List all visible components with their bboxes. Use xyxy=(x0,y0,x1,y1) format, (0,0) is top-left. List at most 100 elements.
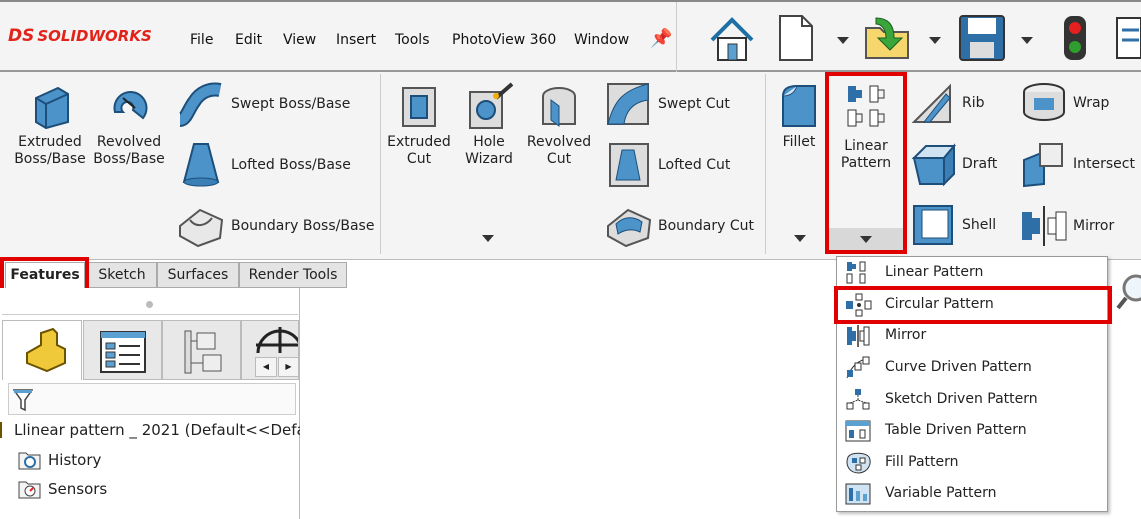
lofted-cut-button[interactable]: Lofted Cut xyxy=(604,140,730,190)
extruded-boss-button[interactable]: Extruded Boss/Base xyxy=(14,82,86,168)
revolved-boss-icon xyxy=(113,91,148,120)
tab-sketch[interactable]: Sketch xyxy=(87,262,157,288)
shell-icon xyxy=(913,205,953,245)
intersect-icon xyxy=(1023,143,1063,188)
tree-item-history[interactable]: History xyxy=(18,449,101,471)
menu-item-curve-driven-pattern[interactable]: Curve Driven Pattern xyxy=(837,353,1107,383)
menu-photoview[interactable]: PhotoView 360 xyxy=(452,32,556,48)
divider xyxy=(765,74,766,254)
open-dropdown-icon[interactable] xyxy=(929,37,941,44)
menu-item-sketch-driven-pattern[interactable]: Sketch Driven Pattern xyxy=(837,385,1107,415)
divider xyxy=(2,314,298,315)
linear-pattern-dropdown-button[interactable] xyxy=(829,228,903,250)
wrap-icon xyxy=(1023,83,1065,121)
curve-driven-pattern-icon xyxy=(846,356,870,379)
swept-cut-button[interactable]: Swept Cut xyxy=(604,80,730,128)
menu-item-mirror[interactable]: Mirror xyxy=(837,321,1107,351)
hole-wizard-icon xyxy=(469,82,514,129)
home-icon[interactable] xyxy=(708,16,756,62)
divider xyxy=(676,2,677,72)
hole-wizard-button[interactable]: Hole Wizard xyxy=(458,82,520,168)
pin-icon[interactable]: 📌 xyxy=(650,28,672,49)
lofted-cut-icon xyxy=(609,143,649,187)
new-document-icon[interactable] xyxy=(778,14,814,62)
variable-pattern-icon xyxy=(845,483,871,505)
swept-boss-button[interactable]: Swept Boss/Base xyxy=(176,80,350,128)
intersect-button[interactable]: Intersect xyxy=(1020,140,1135,188)
revolved-cut-button[interactable]: Revolved Cut xyxy=(526,82,592,168)
mirror-icon xyxy=(1022,206,1067,246)
menu-edit[interactable]: Edit xyxy=(235,32,262,48)
save-dropdown-icon[interactable] xyxy=(1021,37,1033,44)
revolved-cut-icon xyxy=(542,87,576,127)
tab-scroll-left-button[interactable]: ◀ xyxy=(255,357,277,377)
panel-grip-handle[interactable] xyxy=(146,301,153,308)
swept-cut-icon xyxy=(607,83,649,125)
new-dropdown-icon[interactable] xyxy=(837,37,849,44)
mirror-icon xyxy=(847,325,870,347)
revolved-boss-button[interactable]: Revolved Boss/Base xyxy=(93,82,165,168)
mirror-button[interactable]: Mirror xyxy=(1020,204,1114,248)
draft-icon xyxy=(911,143,956,187)
configuration-manager-icon xyxy=(184,330,222,374)
menu-item-table-driven-pattern[interactable]: Table Driven Pattern xyxy=(837,416,1107,446)
menu-item-linear-pattern[interactable]: Linear Pattern xyxy=(837,258,1107,288)
wrap-button[interactable]: Wrap xyxy=(1020,80,1109,126)
menu-tools[interactable]: Tools xyxy=(395,32,430,48)
linear-pattern-icon xyxy=(846,261,866,284)
rebuild-traffic-light-icon[interactable] xyxy=(1062,14,1088,62)
sketch-driven-pattern-icon xyxy=(846,389,870,410)
divider xyxy=(380,74,381,254)
tab-scroll-right-button[interactable]: ▶ xyxy=(278,357,299,377)
extruded-cut-icon xyxy=(402,87,436,127)
history-folder-icon xyxy=(18,452,41,470)
sensors-folder-icon xyxy=(18,481,41,499)
menu-window[interactable]: Window xyxy=(574,32,629,48)
magnifier-icon[interactable] xyxy=(1114,270,1141,314)
table-driven-pattern-icon xyxy=(845,420,871,442)
part-icon xyxy=(26,327,66,373)
circular-pattern-highlight xyxy=(834,286,1112,324)
tab-property-manager[interactable] xyxy=(83,320,162,380)
open-icon[interactable] xyxy=(862,14,916,62)
tab-configuration-manager[interactable] xyxy=(162,320,241,380)
extruded-cut-button[interactable]: Extruded Cut xyxy=(386,82,452,168)
tab-feature-manager[interactable] xyxy=(2,320,82,380)
fillet-button[interactable]: Fillet xyxy=(774,82,824,151)
boundary-cut-button[interactable]: Boundary Cut xyxy=(604,202,754,250)
tree-root-part[interactable]: Llinear pattern _ 2021 (Default<<Default… xyxy=(0,421,300,439)
part-icon xyxy=(0,422,2,438)
rib-icon xyxy=(911,83,951,123)
filter-bar[interactable] xyxy=(8,383,296,415)
boundary-cut-icon xyxy=(607,208,652,248)
tree-item-sensors[interactable]: Sensors xyxy=(18,478,107,500)
property-manager-icon xyxy=(100,331,146,373)
menu-insert[interactable]: Insert xyxy=(336,32,376,48)
boundary-boss-button[interactable]: Boundary Boss/Base xyxy=(176,202,374,250)
shell-button[interactable]: Shell xyxy=(910,202,996,248)
fillet-dropdown-icon[interactable] xyxy=(794,235,806,242)
fillet-icon xyxy=(782,85,816,127)
options-icon[interactable] xyxy=(1115,16,1141,60)
rib-button[interactable]: Rib xyxy=(910,80,985,126)
filter-icon xyxy=(12,389,34,412)
fill-pattern-icon xyxy=(846,452,871,474)
menu-item-fill-pattern[interactable]: Fill Pattern xyxy=(837,448,1107,478)
lofted-boss-icon xyxy=(182,143,220,187)
menu-view[interactable]: View xyxy=(283,32,316,48)
menu-item-variable-pattern[interactable]: Variable Pattern xyxy=(837,479,1107,509)
cut-dropdown-icon[interactable] xyxy=(482,235,494,242)
extruded-boss-icon xyxy=(35,86,69,130)
title-bar: DS SOLIDWORKS File Edit View Insert Tool… xyxy=(0,0,1141,72)
tab-surfaces[interactable]: Surfaces xyxy=(157,262,239,288)
lofted-boss-button[interactable]: Lofted Boss/Base xyxy=(176,140,351,190)
dimxpert-icon xyxy=(256,327,298,354)
save-icon[interactable] xyxy=(958,14,1006,62)
linear-pattern-button[interactable]: Linear Pattern xyxy=(832,84,900,172)
boundary-boss-icon xyxy=(179,208,224,248)
tab-render-tools[interactable]: Render Tools xyxy=(239,262,347,288)
draft-button[interactable]: Draft xyxy=(910,140,997,188)
swept-boss-icon xyxy=(178,82,222,127)
linear-pattern-icon xyxy=(847,85,885,127)
menu-file[interactable]: File xyxy=(190,32,213,48)
